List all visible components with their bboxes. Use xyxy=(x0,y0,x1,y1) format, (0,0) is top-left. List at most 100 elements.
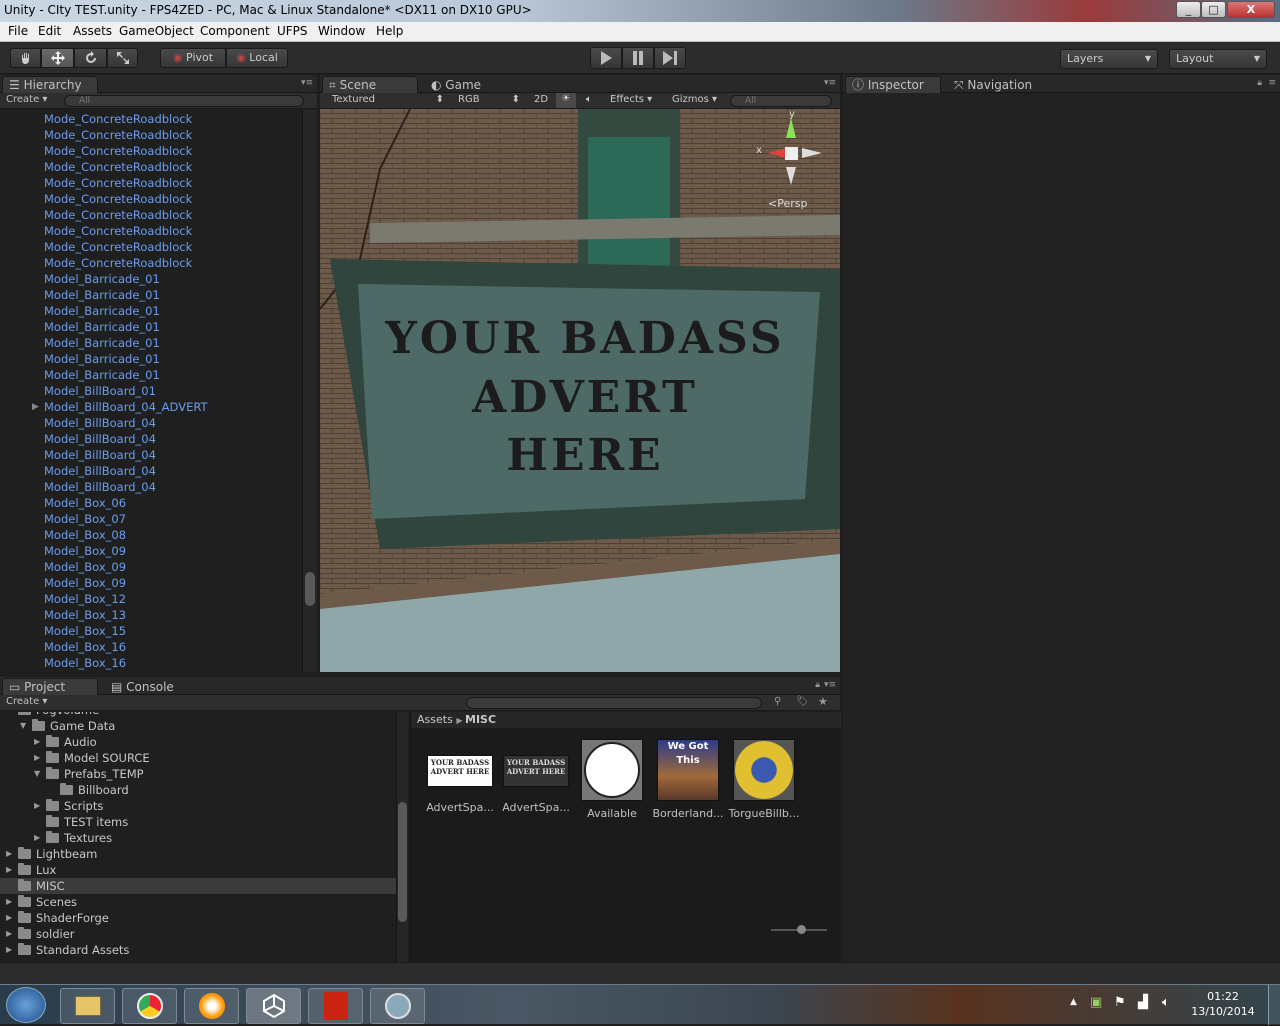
lock-icon[interactable]: 🔒︎ xyxy=(1257,78,1262,88)
menu-gameobject[interactable]: GameObject xyxy=(119,24,194,38)
breadcrumb-misc[interactable]: MISC xyxy=(465,713,496,726)
close-button[interactable]: X xyxy=(1227,1,1275,18)
hierarchy-item[interactable]: Model_BillBoard_04 xyxy=(44,431,156,447)
expand-arrow-icon[interactable]: ▶ xyxy=(6,926,12,942)
filter-type-icon[interactable]: ⚲ xyxy=(774,696,781,707)
hierarchy-item[interactable]: Model_BillBoard_04 xyxy=(44,479,156,495)
network-icon[interactable]: ▟ xyxy=(1138,995,1148,1010)
expand-arrow-icon[interactable]: ▶ xyxy=(6,894,12,910)
hierarchy-item[interactable]: Mode_ConcreteRoadblock xyxy=(44,143,192,159)
project-tree-scroll-thumb[interactable] xyxy=(398,802,407,922)
action-center-flag-icon[interactable]: ⚑ xyxy=(1114,995,1126,1010)
scene-viewport[interactable]: YOUR BADASS ADVERT HERE y x <Persp xyxy=(320,109,840,672)
hierarchy-item[interactable]: Model_Box_12 xyxy=(44,591,126,607)
hierarchy-item[interactable]: Model_Barricade_01 xyxy=(44,367,160,383)
step-button[interactable] xyxy=(654,47,686,69)
hierarchy-item[interactable]: Mode_ConcreteRoadblock xyxy=(44,223,192,239)
tab-scene[interactable]: ⌗ Scene xyxy=(322,76,418,93)
asset-item[interactable]: TorgueBillb... xyxy=(727,739,801,820)
project-folder-item[interactable]: ▶ Lux xyxy=(0,862,396,878)
minimize-button[interactable]: _ xyxy=(1176,1,1201,18)
menu-edit[interactable]: Edit xyxy=(38,24,61,38)
hierarchy-item[interactable]: Model_Barricade_01 xyxy=(44,303,160,319)
expand-arrow-icon[interactable]: ▶ xyxy=(32,402,39,412)
expand-arrow-icon[interactable]: ▶ xyxy=(34,798,40,814)
rotate-tool-button[interactable] xyxy=(74,48,107,68)
scene-search-input[interactable]: All xyxy=(730,95,832,107)
menu-window[interactable]: Window xyxy=(318,24,365,38)
project-folder-item[interactable]: ▶ Audio xyxy=(0,734,396,750)
project-folder-item[interactable]: ▶ Lightbeam xyxy=(0,846,396,862)
hierarchy-item[interactable]: Model_Box_08 xyxy=(44,527,126,543)
tab-navigation[interactable]: ⤧ Navigation xyxy=(947,76,1057,93)
menu-help[interactable]: Help xyxy=(376,24,403,38)
project-folder-item[interactable]: TEST items xyxy=(0,814,396,830)
hierarchy-item[interactable]: Model_BillBoard_04 xyxy=(44,415,156,431)
collapse-arrow-icon[interactable]: ▼ xyxy=(34,766,40,782)
panel-menu-icon[interactable]: ▾≡ xyxy=(824,680,836,690)
hierarchy-item[interactable]: Model_Box_06 xyxy=(44,495,126,511)
tab-console[interactable]: ▤ Console xyxy=(104,678,184,695)
project-folder-item[interactable]: ▶ Standard Assets xyxy=(0,942,396,958)
menu-ufps[interactable]: UFPS xyxy=(277,24,308,38)
hierarchy-item[interactable]: Mode_ConcreteRoadblock xyxy=(44,111,192,127)
collapse-arrow-icon[interactable]: ▼ xyxy=(20,718,26,734)
asset-item[interactable]: We Got This Borderland... xyxy=(651,739,725,820)
project-folder-item[interactable]: ▼ Game Data xyxy=(0,718,396,734)
hierarchy-search-input[interactable]: All xyxy=(64,95,304,107)
tab-hierarchy[interactable]: ☰ Hierarchy xyxy=(2,76,98,93)
expand-arrow-icon[interactable]: ▶ xyxy=(6,910,12,926)
lighting-toggle-icon[interactable]: ☀ xyxy=(556,93,576,108)
layers-dropdown[interactable]: Layers ▼ xyxy=(1060,49,1158,69)
thumbnail-size-slider[interactable] xyxy=(771,925,827,934)
maximize-button[interactable]: □ xyxy=(1201,1,1226,18)
clock[interactable]: 01:22 13/10/2014 xyxy=(1188,989,1258,1019)
hierarchy-scrollbar[interactable] xyxy=(302,110,317,672)
hierarchy-item[interactable]: Mode_ConcreteRoadblock xyxy=(44,207,192,223)
hierarchy-item[interactable]: Model_Barricade_01 xyxy=(44,319,160,335)
expand-arrow-icon[interactable]: ▶ xyxy=(34,830,40,846)
show-desktop-button[interactable] xyxy=(1268,985,1280,1025)
panel-menu-icon[interactable]: ≡ xyxy=(1268,78,1276,88)
asset-item[interactable]: YOUR BADASS ADVERT HERE AdvertSpa... xyxy=(499,739,573,814)
menu-assets[interactable]: Assets xyxy=(73,24,112,38)
panel-menu-icon[interactable]: ▾≡ xyxy=(301,78,313,88)
persp-label[interactable]: <Persp xyxy=(768,197,807,210)
media-taskbar-icon[interactable] xyxy=(184,988,239,1024)
hierarchy-item[interactable]: Model_BillBoard_04 xyxy=(44,463,156,479)
hierarchy-item[interactable]: Model_Barricade_01 xyxy=(44,335,160,351)
gizmos-dropdown[interactable]: Gizmos ▾ xyxy=(672,94,717,105)
lock-icon[interactable]: 🔒︎ xyxy=(815,680,820,690)
hierarchy-item[interactable]: Mode_ConcreteRoadblock xyxy=(44,255,192,271)
thumbnail-size-handle[interactable] xyxy=(797,925,806,934)
hierarchy-item[interactable]: Model_Barricade_01 xyxy=(44,271,160,287)
menu-component[interactable]: Component xyxy=(200,24,270,38)
tray-app-icon[interactable]: ▣ xyxy=(1090,995,1102,1010)
hand-tool-button[interactable] xyxy=(10,48,41,68)
tab-game[interactable]: ◐ Game xyxy=(424,76,496,93)
pivot-toggle[interactable]: ◉ Pivot xyxy=(160,48,226,68)
project-folder-item[interactable]: ▶ soldier xyxy=(0,926,396,942)
hierarchy-item[interactable]: Model_Barricade_01 xyxy=(44,351,160,367)
unity-taskbar-icon[interactable] xyxy=(246,988,301,1024)
expand-arrow-icon[interactable]: ▶ xyxy=(34,750,40,766)
app-taskbar-icon[interactable] xyxy=(370,988,425,1024)
effects-dropdown[interactable]: Effects ▾ xyxy=(610,94,652,105)
hierarchy-item[interactable]: Model_Box_16 xyxy=(44,639,126,655)
scene-gizmo[interactable]: y x <Persp xyxy=(756,109,826,210)
expand-arrow-icon[interactable]: ▶ xyxy=(6,846,12,862)
volume-icon[interactable]: 🔈︎ xyxy=(1162,995,1170,1010)
hierarchy-item[interactable]: Model_Box_09 xyxy=(44,575,126,591)
hierarchy-item[interactable]: Model_Barricade_01 xyxy=(44,287,160,303)
acrobat-taskbar-icon[interactable] xyxy=(308,988,363,1024)
hierarchy-item[interactable]: Mode_ConcreteRoadblock xyxy=(44,159,192,175)
pause-button[interactable] xyxy=(622,47,654,69)
hierarchy-item[interactable]: Model_BillBoard_04 xyxy=(44,447,156,463)
project-search-input[interactable] xyxy=(466,697,762,709)
filter-label-icon[interactable]: 🏷︎ xyxy=(796,696,809,707)
project-folder-item[interactable]: ▶ Scripts xyxy=(0,798,396,814)
scale-tool-button[interactable] xyxy=(107,48,138,68)
tab-inspector[interactable]: ⓘ Inspector xyxy=(845,76,941,93)
color-mode-dropdown[interactable]: RGB ⬍ xyxy=(458,94,520,105)
hierarchy-item[interactable]: Model_BillBoard_04_ADVERT xyxy=(44,399,208,415)
